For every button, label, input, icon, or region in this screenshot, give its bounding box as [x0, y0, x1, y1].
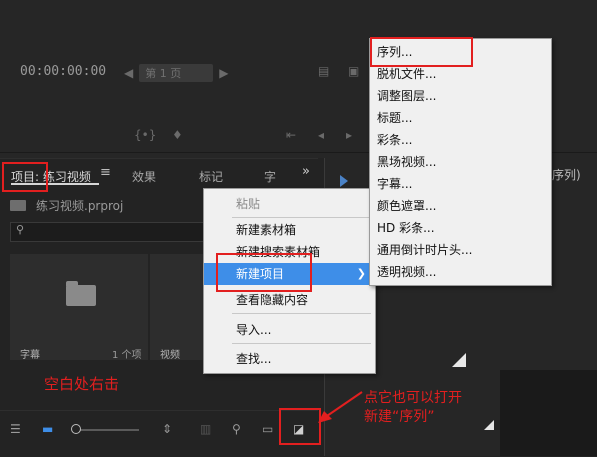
menu-separator: [232, 217, 371, 218]
timecode-display[interactable]: 00:00:00:00: [20, 64, 106, 79]
right-click-annotation: 空白处右击: [44, 375, 120, 393]
bin-thumbnail-captions[interactable]: [10, 254, 148, 360]
panel-divider: [0, 410, 318, 411]
menu-item-new-bin[interactable]: 新建素材箱: [204, 219, 375, 241]
mark-in-icon[interactable]: {•}: [134, 128, 156, 142]
annotation-arrow: [318, 391, 363, 423]
submenu-item-adjustment-layer[interactable]: 调整图层...: [370, 85, 551, 107]
tab-markers[interactable]: 标记: [199, 168, 223, 185]
tab-overflow-icon[interactable]: »: [302, 164, 310, 179]
icon-view-icon[interactable]: ▬: [42, 422, 53, 436]
playhead-marker-icon: [340, 175, 348, 187]
menu-item-import[interactable]: 导入...: [204, 319, 375, 341]
step-back-frame-icon[interactable]: ◂: [318, 128, 324, 142]
settings-icon[interactable]: ▣: [348, 64, 359, 78]
chevron-right-icon: ❯: [356, 267, 366, 280]
submenu-item-countdown-leader[interactable]: 通用倒计时片头...: [370, 239, 551, 261]
submenu-item-captions[interactable]: 字幕...: [370, 173, 551, 195]
new-item-button-annotation: 点它也可以打开 新建“序列”: [364, 389, 462, 427]
export-frame-icon[interactable]: ▤: [318, 64, 329, 78]
step-back-icon[interactable]: ⇤: [286, 128, 296, 142]
bin-label: 字幕: [20, 350, 40, 361]
highlight-box-project-tab: [2, 162, 48, 192]
submenu-item-transparent-video[interactable]: 透明视频...: [370, 261, 551, 283]
bin-label: 视频: [160, 350, 180, 361]
tab-effects[interactable]: 效果: [132, 168, 156, 185]
automate-to-sequence-icon[interactable]: ▥: [200, 422, 211, 436]
submenu-item-black-video[interactable]: 黑场视频...: [370, 151, 551, 173]
sort-icon[interactable]: ⇕: [162, 422, 172, 436]
bin-item-count: 1 个项: [112, 350, 142, 361]
search-icon: ⚲: [16, 223, 25, 236]
timeline-tab[interactable]: 序列): [552, 166, 581, 183]
list-view-icon[interactable]: ☰: [10, 422, 21, 436]
tab-captions[interactable]: 字: [264, 168, 276, 185]
submenu-item-bars-and-tone[interactable]: 彩条...: [370, 129, 551, 151]
menu-separator: [232, 313, 371, 314]
project-file-name: 练习视频.prproj: [36, 199, 124, 213]
new-bin-icon[interactable]: ▭: [262, 422, 273, 436]
submenu-item-title[interactable]: 标题...: [370, 107, 551, 129]
project-file-path: 练习视频.prproj: [10, 197, 123, 214]
menu-separator: [232, 343, 371, 344]
page-navigator: ◀ 第 1 页 ▶: [124, 64, 228, 82]
find-icon[interactable]: ⚲: [232, 422, 241, 436]
annotation-line-2: 新建“序列”: [364, 409, 435, 425]
submenu-item-color-matte[interactable]: 颜色遮罩...: [370, 195, 551, 217]
bin-folder-icon: [66, 285, 96, 306]
annotation-line-1: 点它也可以打开: [364, 390, 462, 406]
panel-menu-icon[interactable]: ≡: [100, 165, 111, 180]
marker-icon[interactable]: ♦: [172, 128, 183, 142]
submenu-item-hd-bars[interactable]: HD 彩条...: [370, 217, 551, 239]
play-icon[interactable]: ▸: [346, 128, 352, 142]
highlight-box-new-item: [216, 253, 312, 292]
menu-item-view-hidden[interactable]: 查看隐藏内容: [204, 289, 375, 311]
highlight-box-new-item-button: [279, 408, 321, 445]
highlight-box-sequence: [370, 37, 473, 67]
page-select[interactable]: 第 1 页: [139, 64, 214, 82]
menu-item-paste[interactable]: 粘贴: [204, 193, 375, 215]
previous-page-icon[interactable]: ◀: [124, 66, 133, 80]
next-page-icon[interactable]: ▶: [219, 66, 228, 80]
menu-item-find[interactable]: 查找...: [204, 348, 375, 370]
folder-icon: [10, 200, 26, 211]
zoom-slider-track[interactable]: [77, 429, 139, 431]
bin-thumbnail-video[interactable]: [150, 254, 210, 360]
new-item-submenu: 序列... 脱机文件... 调整图层... 标题... 彩条... 黑场视频..…: [369, 38, 552, 286]
timeline-track-area: [500, 370, 597, 456]
zoom-slider-handle[interactable]: [71, 424, 81, 434]
